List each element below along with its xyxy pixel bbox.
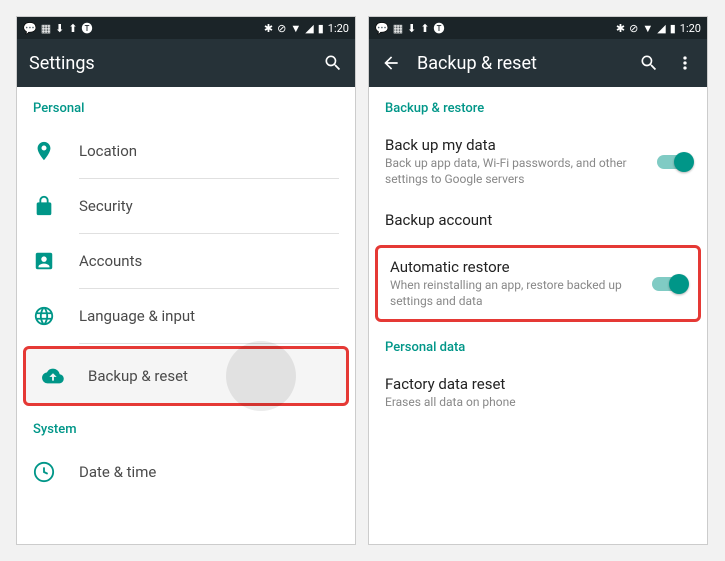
- clock-icon: [33, 461, 55, 483]
- globe-icon: [33, 305, 55, 327]
- pref-title: Automatic restore: [390, 258, 640, 276]
- location-icon: [33, 140, 55, 162]
- appbar: Settings: [17, 39, 355, 87]
- toggle-switch[interactable]: [657, 155, 691, 169]
- item-security[interactable]: Security: [17, 179, 355, 233]
- wifi-icon: ▼: [642, 23, 653, 34]
- item-label: Security: [79, 197, 133, 215]
- item-label: Accounts: [79, 252, 142, 270]
- pref-subtitle: Back up app data, Wi-Fi passwords, and o…: [385, 156, 645, 187]
- app-icon: ▦: [393, 23, 403, 34]
- bluetooth-icon: ✱: [264, 23, 273, 34]
- backup-settings-list: Backup & restore Back up my data Back up…: [369, 87, 707, 544]
- chat-icon: 💬: [23, 23, 37, 34]
- no-sim-icon: ⊘: [629, 23, 638, 34]
- pref-backup-account[interactable]: Backup account: [369, 199, 707, 241]
- pref-title: Backup account: [385, 211, 691, 229]
- overflow-icon[interactable]: [675, 53, 695, 73]
- wifi-icon: ▼: [290, 23, 301, 34]
- item-language[interactable]: Language & input: [17, 289, 355, 343]
- appbar-title: Settings: [29, 53, 307, 74]
- pref-backup-my-data[interactable]: Back up my data Back up app data, Wi-Fi …: [369, 124, 707, 199]
- pref-subtitle: Erases all data on phone: [385, 395, 691, 411]
- pref-subtitle: When reinstalling an app, restore backed…: [390, 278, 640, 309]
- bluetooth-icon: ✱: [616, 23, 625, 34]
- item-label: Backup & reset: [88, 367, 188, 385]
- back-icon[interactable]: [381, 53, 401, 73]
- signal-icon: ◢: [657, 23, 665, 34]
- search-icon[interactable]: [639, 53, 659, 73]
- pref-title: Back up my data: [385, 136, 645, 154]
- item-accounts[interactable]: Accounts: [17, 234, 355, 288]
- battery-icon: ▮: [318, 23, 324, 34]
- section-personal-data: Personal data: [369, 326, 707, 363]
- chat-icon: 💬: [375, 23, 389, 34]
- translate-icon: 🅣: [434, 23, 445, 34]
- phone-backup-reset: 💬 ▦ ⬇ ⬆ 🅣 ✱ ⊘ ▼ ◢ ▮ 1:20 Backup & reset …: [368, 16, 708, 545]
- item-datetime[interactable]: Date & time: [17, 445, 355, 499]
- download-icon: ⬇: [55, 23, 64, 34]
- section-personal: Personal: [17, 87, 355, 124]
- status-time: 1:20: [328, 22, 349, 35]
- item-label: Language & input: [79, 307, 195, 325]
- download-icon: ⬇: [407, 23, 416, 34]
- status-time: 1:20: [680, 22, 701, 35]
- battery-icon: ▮: [670, 23, 676, 34]
- item-label: Location: [79, 142, 137, 160]
- upload-icon: ⬆: [68, 23, 77, 34]
- appbar-title: Backup & reset: [417, 53, 623, 74]
- signal-icon: ◢: [305, 23, 313, 34]
- pref-title: Factory data reset: [385, 375, 691, 393]
- backup-icon: [42, 365, 64, 387]
- divider: [79, 343, 339, 344]
- item-label: Date & time: [79, 463, 156, 481]
- status-bar: 💬 ▦ ⬇ ⬆ 🅣 ✱ ⊘ ▼ ◢ ▮ 1:20: [369, 17, 707, 39]
- app-icon: ▦: [41, 23, 51, 34]
- upload-icon: ⬆: [420, 23, 429, 34]
- status-bar: 💬 ▦ ⬇ ⬆ 🅣 ✱ ⊘ ▼ ◢ ▮ 1:20: [17, 17, 355, 39]
- toggle-switch[interactable]: [652, 277, 686, 291]
- section-system: System: [17, 408, 355, 445]
- item-location[interactable]: Location: [17, 124, 355, 178]
- pref-factory-reset[interactable]: Factory data reset Erases all data on ph…: [369, 363, 707, 423]
- section-backup-restore: Backup & restore: [369, 87, 707, 124]
- phone-settings: 💬 ▦ ⬇ ⬆ 🅣 ✱ ⊘ ▼ ◢ ▮ 1:20 Settings Person…: [16, 16, 356, 545]
- item-backup-reset[interactable]: Backup & reset: [23, 346, 349, 406]
- account-icon: [33, 250, 55, 272]
- no-sim-icon: ⊘: [277, 23, 286, 34]
- search-icon[interactable]: [323, 53, 343, 73]
- settings-list: Personal Location Security Accounts: [17, 87, 355, 544]
- lock-icon: [33, 195, 55, 217]
- translate-icon: 🅣: [82, 23, 93, 34]
- pref-automatic-restore[interactable]: Automatic restore When reinstalling an a…: [375, 245, 701, 322]
- appbar: Backup & reset: [369, 39, 707, 87]
- touch-ripple: [226, 341, 296, 411]
